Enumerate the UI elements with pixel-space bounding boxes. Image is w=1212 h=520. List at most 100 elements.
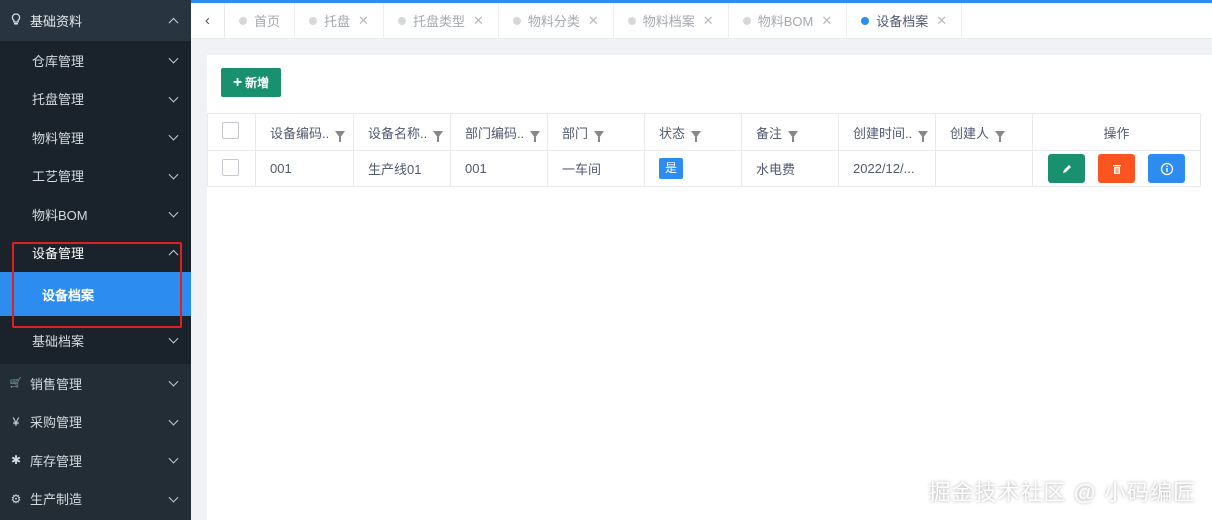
info-button[interactable] <box>1148 154 1185 183</box>
asterisk-icon: ✱ <box>10 453 22 468</box>
tab-material-bom[interactable]: 物料BOM ✕ <box>729 2 848 39</box>
add-button[interactable]: + 新增 <box>221 68 281 97</box>
tab-dot-icon <box>239 16 247 25</box>
column-title: 部门编码.. <box>465 125 525 141</box>
sidebar-group-label: 生产制造 <box>30 492 83 508</box>
filter-icon[interactable] <box>594 130 605 142</box>
filter-icon[interactable] <box>995 130 1006 142</box>
tab-label: 首页 <box>254 14 281 29</box>
sidebar-item-equipment[interactable]: 设备管理 <box>0 234 191 273</box>
tab-pallet-type[interactable]: 托盘类型 ✕ <box>384 2 499 39</box>
close-icon[interactable]: ✕ <box>703 13 714 29</box>
table-header-row: 设备编码.. 设备名称.. 部门编码.. 部门 状态 备注 创建时间.. 创建人… <box>207 113 1201 151</box>
sidebar-item-material[interactable]: 物料管理 <box>0 118 191 157</box>
column-header: 部门编码.. <box>450 113 548 151</box>
column-header: 创建时间.. <box>838 113 936 151</box>
filter-icon[interactable] <box>788 130 799 142</box>
cell-name: 生产线01 <box>353 150 451 187</box>
tab-equipment-archive[interactable]: 设备档案 ✕ <box>847 2 963 39</box>
filter-icon[interactable] <box>691 130 702 142</box>
row-checkbox[interactable] <box>222 158 239 176</box>
main-content: + 新增 设备编码.. 设备名称.. 部门编码.. 部门 状态 备注 创建时间.… <box>207 55 1212 520</box>
close-icon[interactable]: ✕ <box>358 13 369 29</box>
bulb-icon <box>8 12 24 29</box>
sidebar-item-warehouse[interactable]: 仓库管理 <box>0 41 191 80</box>
yen-icon: ¥ <box>12 414 20 429</box>
table-row[interactable]: 001 生产线01 001 一车间 是 水电费 2022/12/... <box>207 150 1201 187</box>
chevron-up-icon <box>168 17 179 28</box>
tab-label: 托盘类型 <box>412 14 465 29</box>
column-title: 部门 <box>562 125 589 141</box>
sidebar-item-pallet[interactable]: 托盘管理 <box>0 80 191 119</box>
cell-remark: 水电费 <box>741 150 839 187</box>
sidebar-item-process[interactable]: 工艺管理 <box>0 157 191 196</box>
chevron-down-icon <box>168 376 179 387</box>
sidebar-group-inventory[interactable]: ✱ 库存管理 <box>0 441 191 480</box>
gear-icon: ⚙ <box>10 491 22 506</box>
sidebar-item-label: 物料管理 <box>32 130 85 146</box>
column-title: 创建时间.. <box>853 125 913 141</box>
column-title: 状态 <box>659 125 686 141</box>
cell-dept: 一车间 <box>547 150 645 187</box>
tab-dot-icon <box>512 16 521 25</box>
sidebar: 基础资料 仓库管理 托盘管理 物料管理 工艺管理 物料BOM 设备管理 设备档案… <box>0 0 191 520</box>
sidebar-item-equipment-archive[interactable]: 设备档案 <box>0 272 191 316</box>
sidebar-group-purchase[interactable]: ¥ 采购管理 <box>0 402 191 441</box>
chevron-down-icon <box>168 130 179 141</box>
tab-label: 设备档案 <box>876 14 929 29</box>
filter-icon[interactable] <box>433 130 444 142</box>
sidebar-group-label: 库存管理 <box>30 453 83 469</box>
chevron-down-icon <box>168 92 179 103</box>
cell-created: 2022/12/... <box>838 150 936 187</box>
tab-home[interactable]: 首页 <box>225 2 296 39</box>
plus-icon: + <box>232 73 243 91</box>
cell-creator <box>935 150 1033 187</box>
sidebar-item-label: 工艺管理 <box>32 169 85 185</box>
chevron-up-icon <box>168 249 179 260</box>
select-all-cell[interactable] <box>207 113 256 151</box>
tab-scroll-left-button[interactable]: ‹ <box>191 2 225 39</box>
sidebar-item-material-bom[interactable]: 物料BOM <box>0 195 191 234</box>
close-icon[interactable]: ✕ <box>936 13 947 29</box>
chevron-down-icon <box>168 169 179 180</box>
cell-code: 001 <box>255 150 354 187</box>
tab-material-category[interactable]: 物料分类 ✕ <box>499 2 614 39</box>
sidebar-item-label: 设备管理 <box>32 246 85 262</box>
column-title: 创建人 <box>950 125 990 141</box>
status-badge: 是 <box>659 158 684 179</box>
sidebar-group-production[interactable]: ⚙ 生产制造 <box>0 479 191 518</box>
chevron-left-icon: ‹ <box>205 12 210 29</box>
cell-status: 是 <box>644 150 742 187</box>
close-icon[interactable]: ✕ <box>821 13 832 29</box>
column-header: 创建人 <box>935 113 1033 151</box>
tab-label: 物料档案 <box>642 14 695 29</box>
tab-label: 物料BOM <box>757 14 814 29</box>
sidebar-item-basic-archive[interactable]: 基础档案 <box>0 316 191 364</box>
close-icon[interactable]: ✕ <box>588 13 599 29</box>
edit-button[interactable] <box>1048 154 1085 183</box>
watermark: 掘金技术社区 @ 小码编匠 <box>928 480 1196 505</box>
filter-icon[interactable] <box>918 130 929 142</box>
sidebar-group-basic-data[interactable]: 基础资料 <box>0 0 191 41</box>
tab-label: 托盘 <box>324 14 351 29</box>
sidebar-group-label: 采购管理 <box>30 415 83 431</box>
tab-pallet[interactable]: 托盘 ✕ <box>295 2 384 39</box>
delete-button[interactable] <box>1098 154 1135 183</box>
select-all-checkbox[interactable] <box>222 122 239 139</box>
tab-dot-icon <box>309 16 318 25</box>
column-header: 设备编码.. <box>255 113 354 151</box>
column-header: 设备名称.. <box>353 113 451 151</box>
column-title: 设备编码.. <box>270 125 330 141</box>
sidebar-item-label: 设备档案 <box>42 287 95 303</box>
filter-icon[interactable] <box>335 130 346 142</box>
sidebar-group-label: 销售管理 <box>30 376 83 392</box>
row-select-cell[interactable] <box>207 150 256 187</box>
column-title: 设备名称.. <box>368 125 428 141</box>
column-title: 操作 <box>1103 125 1130 141</box>
tab-label: 物料分类 <box>527 14 580 29</box>
close-icon[interactable]: ✕ <box>473 13 484 29</box>
tab-material-archive[interactable]: 物料档案 ✕ <box>614 2 729 39</box>
sidebar-group-sales[interactable]: 🛒 销售管理 <box>0 364 191 403</box>
sidebar-item-label: 仓库管理 <box>32 53 85 69</box>
filter-icon[interactable] <box>530 130 541 142</box>
